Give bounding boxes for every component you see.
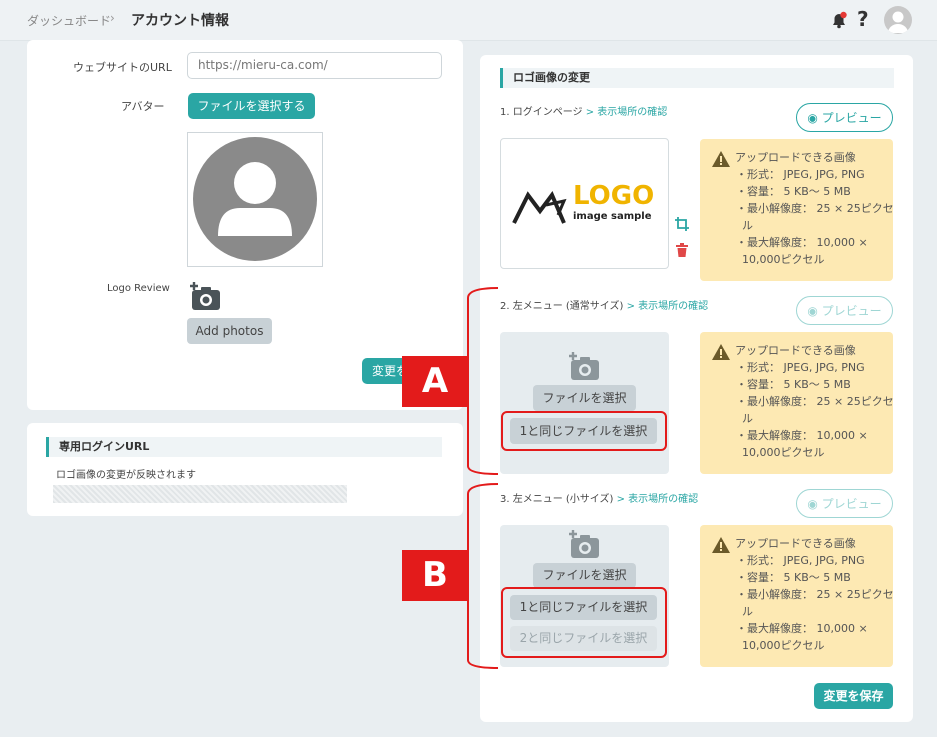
logo-sample-mark-icon (512, 191, 567, 224)
add-photos-button[interactable]: Add photos (187, 318, 272, 344)
annotation-badge-b: B (402, 550, 468, 601)
info-min-res-cont: ル (742, 605, 753, 618)
step-3-location-link[interactable]: > 表示場所の確認 (617, 494, 699, 505)
upload-info-3: アップロードできる画像 ・形式： JPEG, JPG, PNG ・容量： 5 K… (700, 525, 894, 667)
warning-icon (712, 537, 730, 553)
warning-icon (712, 344, 730, 360)
info-min-res-cont: ル (742, 219, 753, 232)
warning-icon (712, 151, 730, 167)
step-2-label: 2. 左メニュー (通常サイズ) > 表示場所の確認 (500, 301, 709, 312)
upload-info-1: アップロードできる画像 ・形式： JPEG, JPG, PNG ・容量： 5 K… (700, 139, 894, 281)
help-icon[interactable]: ? (857, 7, 869, 31)
add-photo-camera-icon[interactable] (566, 529, 602, 559)
info-max-res-cont: 10,000ピクセル (742, 446, 825, 459)
login-url-title: 専用ログインURL (46, 437, 442, 457)
info-max-res: ・最大解像度： 10,000 × (736, 429, 868, 442)
website-url-label: ウェブサイトのURL (73, 61, 172, 74)
preview-button-2[interactable]: ◉ プレビュー (796, 296, 893, 325)
info-size: ・容量： 5 KB～ 5 MB (736, 571, 851, 584)
avatar-label: アバター (121, 100, 165, 113)
info-size: ・容量： 5 KB～ 5 MB (736, 378, 851, 391)
save-changes-button[interactable]: 変更を保存 (814, 683, 893, 709)
info-title: アップロードできる画像 (735, 344, 856, 357)
step-3-label: 3. 左メニュー (小サイズ) > 表示場所の確認 (500, 494, 699, 505)
trash-icon[interactable] (676, 242, 688, 257)
logo-sample-subtext: image sample (573, 211, 652, 222)
info-max-res-cont: 10,000ピクセル (742, 253, 825, 266)
avatar-select-file-button[interactable]: ファイルを選択する (188, 93, 315, 119)
logo-section-title: ロゴ画像の変更 (500, 68, 894, 88)
login-logo-preview: LOGO image sample (500, 138, 669, 269)
step-1-location-link[interactable]: > 表示場所の確認 (586, 107, 668, 118)
logo-sample-text: LOGO (573, 181, 655, 211)
info-size: ・容量： 5 KB～ 5 MB (736, 185, 851, 198)
preview-button-1[interactable]: ◉ プレビュー (796, 103, 893, 132)
info-min-res: ・最小解像度： 25 × 25ピクセ (736, 588, 894, 601)
avatar-preview (187, 132, 323, 267)
info-title: アップロードできる画像 (735, 537, 856, 550)
website-url-input[interactable]: https://mieru-ca.com/ (187, 52, 442, 79)
login-url-redacted (53, 485, 347, 503)
info-title: アップロードできる画像 (735, 151, 856, 164)
annotation-brackets (467, 287, 499, 669)
select-file-button-2[interactable]: ファイルを選択 (533, 385, 636, 411)
step-2-location-link[interactable]: > 表示場所の確認 (627, 301, 709, 312)
info-format: ・形式： JPEG, JPG, PNG (736, 168, 865, 181)
preview-button-3[interactable]: ◉ プレビュー (796, 489, 893, 518)
avatar-placeholder-icon (193, 137, 317, 261)
info-min-res-cont: ル (742, 412, 753, 425)
info-max-res: ・最大解像度： 10,000 × (736, 236, 868, 249)
breadcrumb-separator: › (110, 11, 115, 25)
breadcrumb-dashboard[interactable]: ダッシュボード (27, 12, 111, 29)
info-max-res-cont: 10,000ピクセル (742, 639, 825, 652)
eye-icon: ◉ (807, 304, 818, 318)
info-min-res: ・最小解像度： 25 × 25ピクセ (736, 202, 894, 215)
info-format: ・形式： JPEG, JPG, PNG (736, 361, 865, 374)
page-title: アカウント情報 (131, 13, 229, 29)
add-photo-camera-icon[interactable] (566, 351, 602, 381)
info-format: ・形式： JPEG, JPG, PNG (736, 554, 865, 567)
highlight-box-b (501, 587, 667, 658)
eye-icon: ◉ (807, 497, 818, 511)
info-min-res: ・最小解像度： 25 × 25ピクセ (736, 395, 894, 408)
annotation-badge-a: A (402, 356, 468, 407)
eye-icon: ◉ (807, 111, 818, 125)
crop-icon[interactable] (674, 216, 690, 232)
add-photo-camera-icon[interactable] (187, 281, 223, 311)
logo-review-label: Logo Review (107, 283, 170, 294)
login-url-note: ロゴ画像の変更が反映されます (56, 470, 196, 481)
notification-bell-icon[interactable] (829, 10, 849, 30)
step-1-label: 1. ログインページ > 表示場所の確認 (500, 107, 668, 118)
highlight-box-a (501, 411, 667, 451)
user-avatar-icon[interactable] (884, 6, 912, 34)
select-file-button-3[interactable]: ファイルを選択 (533, 563, 636, 588)
upload-info-2: アップロードできる画像 ・形式： JPEG, JPG, PNG ・容量： 5 K… (700, 332, 894, 474)
info-max-res: ・最大解像度： 10,000 × (736, 622, 868, 635)
